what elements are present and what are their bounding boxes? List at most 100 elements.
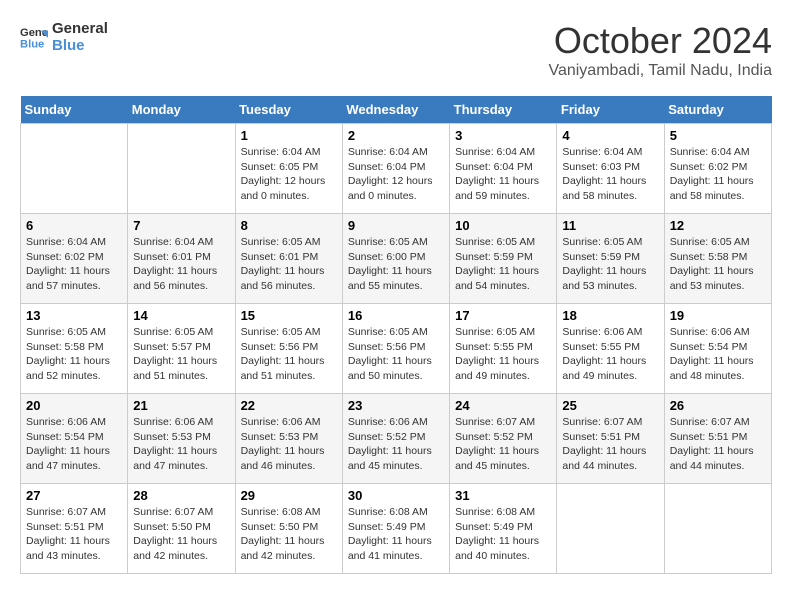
- day-info: Sunrise: 6:05 AM Sunset: 6:00 PM Dayligh…: [348, 235, 444, 294]
- day-info: Sunrise: 6:06 AM Sunset: 5:54 PM Dayligh…: [670, 325, 766, 384]
- calendar-cell: 29 Sunrise: 6:08 AM Sunset: 5:50 PM Dayli…: [235, 484, 342, 574]
- day-number: 13: [26, 308, 122, 323]
- day-info: Sunrise: 6:07 AM Sunset: 5:50 PM Dayligh…: [133, 505, 229, 564]
- day-info: Sunrise: 6:06 AM Sunset: 5:53 PM Dayligh…: [241, 415, 337, 474]
- calendar-cell: 21Sunrise: 6:06 AM Sunset: 5:53 PM Dayli…: [128, 394, 235, 484]
- header-sunday: Sunday: [21, 96, 128, 124]
- day-info: Sunrise: 6:04 AM Sunset: 6:02 PM Dayligh…: [670, 145, 766, 204]
- calendar-cell: 18 Sunrise: 6:06 AM Sunset: 5:55 PM Dayli…: [557, 304, 664, 394]
- calendar-cell: 11Sunrise: 6:05 AM Sunset: 5:59 PM Dayli…: [557, 214, 664, 304]
- calendar-cell: 16 Sunrise: 6:05 AM Sunset: 5:56 PM Dayli…: [342, 304, 449, 394]
- day-number: 10: [455, 218, 551, 233]
- day-number: 27: [26, 488, 122, 503]
- logo-icon: General Blue: [20, 23, 48, 51]
- day-number: 12: [670, 218, 766, 233]
- header-monday: Monday: [128, 96, 235, 124]
- page-header: General Blue General Blue October 2024 V…: [20, 20, 772, 80]
- day-number: 11: [562, 218, 658, 233]
- header-saturday: Saturday: [664, 96, 771, 124]
- header-thursday: Thursday: [450, 96, 557, 124]
- day-number: 16: [348, 308, 444, 323]
- day-number: 28: [133, 488, 229, 503]
- day-info: Sunrise: 6:05 AM Sunset: 5:59 PM Dayligh…: [455, 235, 551, 294]
- day-number: 3: [455, 128, 551, 143]
- day-number: 22: [241, 398, 337, 413]
- day-info: Sunrise: 6:05 AM Sunset: 5:58 PM Dayligh…: [670, 235, 766, 294]
- day-info: Sunrise: 6:05 AM Sunset: 5:55 PM Dayligh…: [455, 325, 551, 384]
- calendar-cell: 28 Sunrise: 6:07 AM Sunset: 5:50 PM Dayli…: [128, 484, 235, 574]
- calendar-cell: 30Sunrise: 6:08 AM Sunset: 5:49 PM Dayli…: [342, 484, 449, 574]
- calendar-cell: 17 Sunrise: 6:05 AM Sunset: 5:55 PM Dayli…: [450, 304, 557, 394]
- calendar-cell: 27Sunrise: 6:07 AM Sunset: 5:51 PM Dayli…: [21, 484, 128, 574]
- calendar-cell: 19Sunrise: 6:06 AM Sunset: 5:54 PM Dayli…: [664, 304, 771, 394]
- calendar-cell: 24 Sunrise: 6:07 AM Sunset: 5:52 PM Dayli…: [450, 394, 557, 484]
- header-friday: Friday: [557, 96, 664, 124]
- day-number: 6: [26, 218, 122, 233]
- calendar-cell: 26Sunrise: 6:07 AM Sunset: 5:51 PM Dayli…: [664, 394, 771, 484]
- day-number: 18: [562, 308, 658, 323]
- day-info: Sunrise: 6:04 AM Sunset: 6:03 PM Dayligh…: [562, 145, 658, 204]
- day-number: 29: [241, 488, 337, 503]
- day-info: Sunrise: 6:06 AM Sunset: 5:52 PM Dayligh…: [348, 415, 444, 474]
- day-info: Sunrise: 6:05 AM Sunset: 5:58 PM Dayligh…: [26, 325, 122, 384]
- header-tuesday: Tuesday: [235, 96, 342, 124]
- logo: General Blue General Blue: [20, 20, 108, 54]
- day-number: 26: [670, 398, 766, 413]
- calendar-cell: 6 Sunrise: 6:04 AM Sunset: 6:02 PM Daylig…: [21, 214, 128, 304]
- day-number: 5: [670, 128, 766, 143]
- day-number: 4: [562, 128, 658, 143]
- month-title: October 2024: [548, 20, 772, 62]
- day-number: 24: [455, 398, 551, 413]
- location-subtitle: Vaniyambadi, Tamil Nadu, India: [548, 62, 772, 80]
- calendar-header-row: SundayMondayTuesdayWednesdayThursdayFrid…: [21, 96, 772, 124]
- week-row-4: 27Sunrise: 6:07 AM Sunset: 5:51 PM Dayli…: [21, 484, 772, 574]
- calendar-cell: 4 Sunrise: 6:04 AM Sunset: 6:03 PM Daylig…: [557, 124, 664, 214]
- calendar-cell: 22 Sunrise: 6:06 AM Sunset: 5:53 PM Dayli…: [235, 394, 342, 484]
- logo-text-general: General: [52, 20, 108, 37]
- day-number: 31: [455, 488, 551, 503]
- day-info: Sunrise: 6:06 AM Sunset: 5:53 PM Dayligh…: [133, 415, 229, 474]
- day-info: Sunrise: 6:08 AM Sunset: 5:49 PM Dayligh…: [455, 505, 551, 564]
- day-info: Sunrise: 6:04 AM Sunset: 6:02 PM Dayligh…: [26, 235, 122, 294]
- day-number: 1: [241, 128, 337, 143]
- day-info: Sunrise: 6:05 AM Sunset: 5:56 PM Dayligh…: [348, 325, 444, 384]
- calendar-cell: 25Sunrise: 6:07 AM Sunset: 5:51 PM Dayli…: [557, 394, 664, 484]
- calendar-cell: 12 Sunrise: 6:05 AM Sunset: 5:58 PM Dayli…: [664, 214, 771, 304]
- day-number: 8: [241, 218, 337, 233]
- week-row-3: 20Sunrise: 6:06 AM Sunset: 5:54 PM Dayli…: [21, 394, 772, 484]
- day-info: Sunrise: 6:05 AM Sunset: 6:01 PM Dayligh…: [241, 235, 337, 294]
- calendar-cell: 5 Sunrise: 6:04 AM Sunset: 6:02 PM Daylig…: [664, 124, 771, 214]
- day-info: Sunrise: 6:08 AM Sunset: 5:50 PM Dayligh…: [241, 505, 337, 564]
- day-number: 2: [348, 128, 444, 143]
- day-info: Sunrise: 6:04 AM Sunset: 6:04 PM Dayligh…: [348, 145, 444, 204]
- calendar-cell: 31 Sunrise: 6:08 AM Sunset: 5:49 PM Dayli…: [450, 484, 557, 574]
- day-info: Sunrise: 6:04 AM Sunset: 6:04 PM Dayligh…: [455, 145, 551, 204]
- week-row-1: 6 Sunrise: 6:04 AM Sunset: 6:02 PM Daylig…: [21, 214, 772, 304]
- day-info: Sunrise: 6:04 AM Sunset: 6:05 PM Dayligh…: [241, 145, 337, 204]
- calendar-cell: [557, 484, 664, 574]
- day-info: Sunrise: 6:05 AM Sunset: 5:56 PM Dayligh…: [241, 325, 337, 384]
- calendar-cell: 1 Sunrise: 6:04 AM Sunset: 6:05 PM Daylig…: [235, 124, 342, 214]
- day-number: 17: [455, 308, 551, 323]
- day-number: 14: [133, 308, 229, 323]
- calendar-cell: 2 Sunrise: 6:04 AM Sunset: 6:04 PM Daylig…: [342, 124, 449, 214]
- calendar-cell: [128, 124, 235, 214]
- calendar-cell: 14Sunrise: 6:05 AM Sunset: 5:57 PM Dayli…: [128, 304, 235, 394]
- calendar-body: 1 Sunrise: 6:04 AM Sunset: 6:05 PM Daylig…: [21, 124, 772, 574]
- day-info: Sunrise: 6:06 AM Sunset: 5:55 PM Dayligh…: [562, 325, 658, 384]
- day-info: Sunrise: 6:07 AM Sunset: 5:51 PM Dayligh…: [562, 415, 658, 474]
- day-number: 9: [348, 218, 444, 233]
- header-wednesday: Wednesday: [342, 96, 449, 124]
- day-info: Sunrise: 6:07 AM Sunset: 5:52 PM Dayligh…: [455, 415, 551, 474]
- calendar-table: SundayMondayTuesdayWednesdayThursdayFrid…: [20, 96, 772, 574]
- day-number: 15: [241, 308, 337, 323]
- calendar-cell: [664, 484, 771, 574]
- day-number: 30: [348, 488, 444, 503]
- title-section: October 2024 Vaniyambadi, Tamil Nadu, In…: [548, 20, 772, 80]
- svg-text:Blue: Blue: [20, 38, 44, 50]
- calendar-cell: 10 Sunrise: 6:05 AM Sunset: 5:59 PM Dayli…: [450, 214, 557, 304]
- day-number: 7: [133, 218, 229, 233]
- calendar-cell: 8 Sunrise: 6:05 AM Sunset: 6:01 PM Daylig…: [235, 214, 342, 304]
- day-info: Sunrise: 6:04 AM Sunset: 6:01 PM Dayligh…: [133, 235, 229, 294]
- week-row-0: 1 Sunrise: 6:04 AM Sunset: 6:05 PM Daylig…: [21, 124, 772, 214]
